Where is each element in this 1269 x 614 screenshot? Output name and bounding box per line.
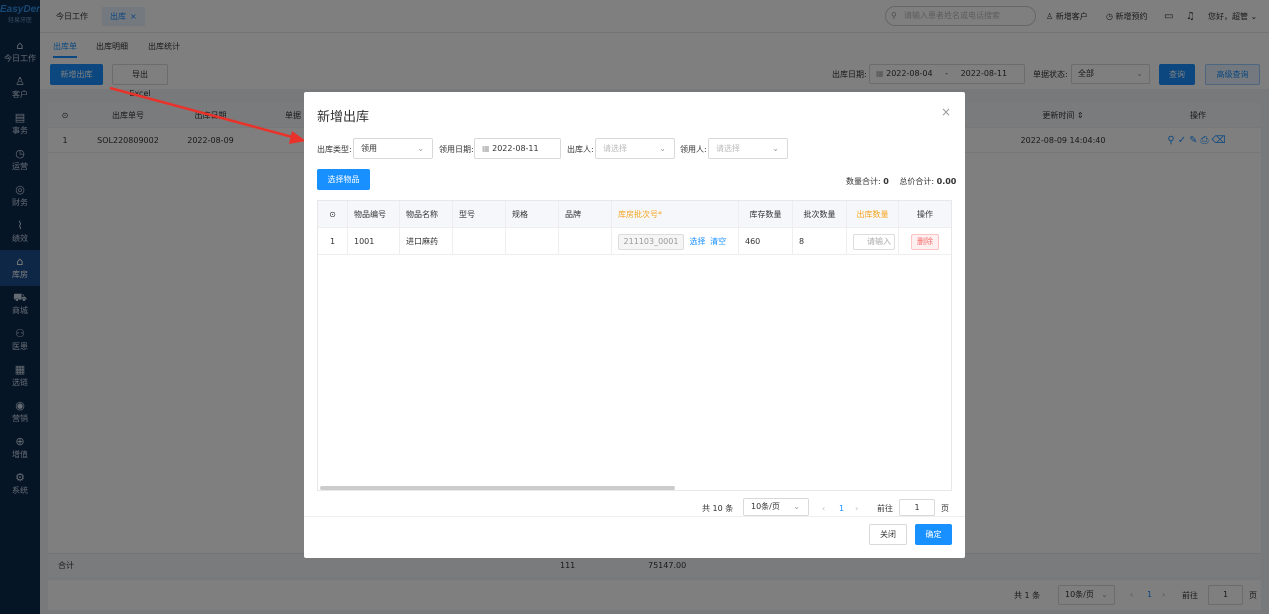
select-items-button[interactable]: 选择物品 xyxy=(317,169,370,190)
modal-goto-input[interactable]: 1 xyxy=(899,499,935,516)
batch-select-link[interactable]: 选择 xyxy=(690,237,706,246)
out-person-label: 出库人: xyxy=(567,145,594,154)
cancel-button[interactable]: 关闭 xyxy=(869,524,907,545)
header-stock: 库存数量 xyxy=(739,201,793,228)
row-model xyxy=(453,228,506,255)
date-label: 领用日期: xyxy=(439,145,474,154)
confirm-button[interactable]: 确定 xyxy=(915,524,952,545)
header-name: 物品名称 xyxy=(400,201,453,228)
recv-person-select[interactable]: 请选择 ⌄ xyxy=(708,138,788,159)
header-brand: 品牌 xyxy=(559,201,612,228)
header-batch-qty: 批次数量 xyxy=(793,201,847,228)
row-action-cell: 删除 xyxy=(899,228,951,255)
out-qty-input[interactable]: 请输入 xyxy=(853,234,895,250)
new-outbound-dialog: 新增出库 × 出库类型: 领用 ⌄ 领用日期: ▦ 2022-08-11 出库人:… xyxy=(304,92,965,558)
table-row: 1 1001 进口麻药 211103_0001 选择 清空 460 8 请输入 … xyxy=(318,228,951,255)
chevron-down-icon: ⌄ xyxy=(417,144,424,153)
row-spec xyxy=(506,228,559,255)
qty-total: 0 xyxy=(883,177,889,186)
dialog-title: 新增出库 xyxy=(317,110,370,125)
items-table: ⊙ 物品编号 物品名称 型号 规格 品牌 库房批次号* 库存数量 批次数量 出库… xyxy=(317,200,952,491)
price-total: 0.00 xyxy=(936,177,957,186)
recv-person-placeholder: 请选择 xyxy=(716,144,740,153)
chevron-down-icon: ⌄ xyxy=(793,502,800,511)
row-stock: 460 xyxy=(739,228,793,255)
date-value: 2022-08-11 xyxy=(492,144,539,153)
header-out-qty: 出库数量 xyxy=(847,201,899,228)
type-value: 领用 xyxy=(361,144,377,153)
recv-person-label: 领用人: xyxy=(680,145,707,154)
close-icon[interactable]: × xyxy=(941,105,951,119)
header-action: 操作 xyxy=(917,210,933,219)
header-spec: 规格 xyxy=(506,201,559,228)
chevron-down-icon: ⌄ xyxy=(659,144,666,153)
out-person-placeholder: 请选择 xyxy=(603,144,627,153)
modal-page-size: 10条/页 xyxy=(751,502,780,511)
qty-total-label: 数量合计: xyxy=(846,177,881,186)
modal-page-size-select[interactable]: 10条/页 ⌄ xyxy=(743,498,809,516)
batch-clear-link[interactable]: 清空 xyxy=(710,237,726,246)
totals: 数量合计: 0 总价合计: 0.00 xyxy=(846,176,956,187)
row-index: 1 xyxy=(318,228,348,255)
row-name: 进口麻药 xyxy=(400,228,453,255)
row-batch-cell: 211103_0001 选择 清空 xyxy=(612,228,739,255)
batch-input: 211103_0001 xyxy=(618,234,684,250)
price-total-label: 总价合计: xyxy=(899,177,935,186)
items-table-header: ⊙ 物品编号 物品名称 型号 规格 品牌 库房批次号* 库存数量 批次数量 出库… xyxy=(318,201,951,228)
delete-button[interactable]: 删除 xyxy=(911,234,939,250)
date-picker[interactable]: ▦ 2022-08-11 xyxy=(474,138,561,159)
horizontal-scrollbar[interactable] xyxy=(320,486,675,490)
out-person-select[interactable]: 请选择 ⌄ xyxy=(595,138,675,159)
type-select[interactable]: 领用 ⌄ xyxy=(353,138,433,159)
settings-icon[interactable]: ⊙ xyxy=(318,201,348,228)
row-batch-qty: 8 xyxy=(793,228,847,255)
row-code: 1001 xyxy=(348,228,400,255)
row-out-qty-cell: 请输入 xyxy=(847,228,899,255)
dialog-footer-divider xyxy=(304,516,965,517)
header-batch: 库房批次号* xyxy=(612,201,739,228)
row-brand xyxy=(559,228,612,255)
calendar-icon: ▦ xyxy=(482,144,493,153)
chevron-down-icon: ⌄ xyxy=(772,144,779,153)
header-model: 型号 xyxy=(453,201,506,228)
type-label: 出库类型: xyxy=(317,145,352,154)
header-code: 物品编号 xyxy=(348,201,400,228)
